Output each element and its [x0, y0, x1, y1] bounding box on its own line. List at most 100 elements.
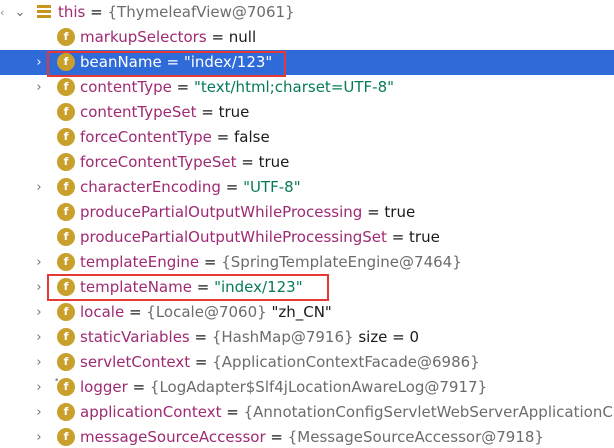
field-icon: f [57, 128, 75, 146]
field-value-extra: size = 0 [353, 328, 420, 346]
expand-arrow-icon[interactable]: › [33, 375, 45, 400]
field-value: {LogAdapter$Slf4jLocationAwareLog@7917} [149, 378, 488, 396]
expand-arrow-icon[interactable]: › [33, 300, 45, 325]
field-text: templateEngine = {SpringTemplateEngine@7… [80, 250, 462, 275]
tree-row-force-content-type-set[interactable]: f forceContentTypeSet = true [0, 150, 614, 175]
tree-row-message-source-accessor[interactable]: › f messageSourceAccessor = {MessageSource… [0, 425, 614, 448]
field-text: contentType = "text/html;charset=UTF-8" [80, 75, 394, 100]
expand-arrow-icon[interactable]: › [33, 350, 45, 375]
field-name: applicationContext [80, 403, 222, 421]
tree-row-application-context[interactable]: › f applicationContext = {AnnotationConfig… [0, 400, 614, 425]
field-operator: = [211, 128, 234, 146]
field-name: templateEngine [80, 253, 200, 271]
field-icon: f [57, 253, 75, 271]
field-value: {ApplicationContextFacade@6986} [212, 353, 480, 371]
field-operator: = [127, 378, 150, 396]
field-operator: = [206, 28, 229, 46]
field-operator: = [190, 353, 213, 371]
tree-row-locale[interactable]: › f locale = {Locale@7060} "zh_CN" [0, 300, 614, 325]
field-text: logger = {LogAdapter$Slf4jLocationAwareL… [80, 375, 487, 400]
field-value: null [228, 28, 257, 46]
expand-arrow-icon[interactable]: › [33, 50, 45, 75]
field-value: true [409, 228, 440, 246]
field-text: characterEncoding = "UTF-8" [80, 175, 301, 200]
field-operator: = [265, 428, 288, 446]
tree-row-static-variables[interactable]: › f staticVariables = {HashMap@7916} size … [0, 325, 614, 350]
tree-row-logger[interactable]: › f logger = {LogAdapter$Slf4jLocationAwar… [0, 375, 614, 400]
field-value: {AnnotationConfigServletWebServerApplica… [243, 403, 613, 421]
expand-arrow-icon[interactable]: › [33, 175, 45, 200]
highlight-box-templatename [47, 274, 329, 301]
field-text: forceContentTypeSet = true [80, 150, 289, 175]
field-icon: f [57, 303, 75, 321]
field-name: logger [80, 378, 128, 396]
field-text: contentTypeSet = true [80, 100, 249, 125]
expand-arrow-icon[interactable]: › [33, 75, 45, 100]
tree-row-markup-selectors[interactable]: f markupSelectors = null [0, 25, 614, 50]
tree-row-force-content-type[interactable]: f forceContentType = false [0, 125, 614, 150]
field-icon: f [57, 28, 75, 46]
field-text: applicationContext = {AnnotationConfigSe… [80, 400, 613, 425]
field-text: forceContentType = false [80, 125, 270, 150]
gutter-marker-icon: ‹ [0, 6, 5, 19]
field-operator: = [199, 253, 222, 271]
field-name: servletContext [80, 353, 191, 371]
field-icon: f [57, 353, 75, 371]
field-name: producePartialOutputWhileProcessing [80, 203, 363, 221]
tree-row-produce-partial-output-while-processing[interactable]: f producePartialOutputWhileProcessing = t… [0, 200, 614, 225]
variables-tree: ‹ ⌄ this = {ThymeleafView@7061} f markupS… [0, 0, 614, 448]
expand-arrow-icon[interactable]: › [33, 275, 45, 300]
field-text: producePartialOutputWhileProcessing = tr… [80, 200, 415, 225]
field-operator: = [236, 153, 259, 171]
field-text: locale = {Locale@7060} "zh_CN" [80, 300, 332, 325]
field-operator: = [196, 103, 219, 121]
field-value-extra: "zh_CN" [266, 303, 332, 321]
field-text: producePartialOutputWhileProcessingSet =… [80, 225, 440, 250]
root-name: this [58, 3, 86, 21]
root-value: {ThymeleafView@7061} [107, 3, 295, 21]
field-value: true [218, 103, 250, 121]
tree-row-content-type[interactable]: › f contentType = "text/html;charset=UTF-8… [0, 75, 614, 100]
field-value: false [234, 128, 270, 146]
field-operator: = [362, 203, 385, 221]
field-icon: f [57, 203, 75, 221]
field-operator: = [220, 178, 244, 196]
field-name: forceContentTypeSet [80, 153, 237, 171]
field-name: messageSourceAccessor [80, 428, 266, 446]
field-icon: f [57, 403, 75, 421]
field-value: {HashMap@7916} [211, 328, 354, 346]
field-text: servletContext = {ApplicationContextFaca… [80, 350, 480, 375]
field-operator: = [221, 403, 244, 421]
expand-arrow-icon[interactable]: › [33, 400, 45, 425]
field-name: contentTypeSet [80, 103, 197, 121]
final-marker-icon: • [54, 376, 60, 386]
root-op: = [85, 3, 108, 21]
root-text: this = {ThymeleafView@7061} [58, 0, 295, 25]
field-operator: = [124, 303, 147, 321]
object-icon [37, 5, 51, 19]
expand-arrow-icon[interactable]: › [33, 325, 45, 350]
expand-arrow-icon[interactable]: › [33, 250, 45, 275]
expand-arrow-icon[interactable]: › [33, 425, 45, 448]
field-name: producePartialOutputWhileProcessingSet [80, 228, 387, 246]
field-name: characterEncoding [80, 178, 221, 196]
field-icon: f [57, 328, 75, 346]
field-value: {MessageSourceAccessor@7918} [287, 428, 544, 446]
tree-row-template-engine[interactable]: › f templateEngine = {SpringTemplateEngine… [0, 250, 614, 275]
field-icon: f [57, 153, 75, 171]
highlight-box-beanname [47, 51, 286, 77]
field-name: contentType [80, 78, 172, 96]
tree-row-this[interactable]: ‹ ⌄ this = {ThymeleafView@7061} [0, 0, 614, 25]
tree-row-content-type-set[interactable]: f contentTypeSet = true [0, 100, 614, 125]
field-name: markupSelectors [80, 28, 207, 46]
collapse-arrow-icon[interactable]: ⌄ [14, 0, 26, 25]
field-value: "UTF-8" [243, 178, 301, 196]
tree-row-produce-partial-output-while-processing-set[interactable]: f producePartialOutputWhileProcessingSet … [0, 225, 614, 250]
field-text: messageSourceAccessor = {MessageSourceAc… [80, 425, 544, 448]
tree-row-character-encoding[interactable]: › f characterEncoding = "UTF-8" [0, 175, 614, 200]
field-operator: = [386, 228, 410, 246]
field-operator: = [171, 78, 194, 96]
field-value: {Locale@7060} [146, 303, 267, 321]
tree-row-servlet-context[interactable]: › f servletContext = {ApplicationContextFa… [0, 350, 614, 375]
field-icon: f [57, 78, 75, 96]
